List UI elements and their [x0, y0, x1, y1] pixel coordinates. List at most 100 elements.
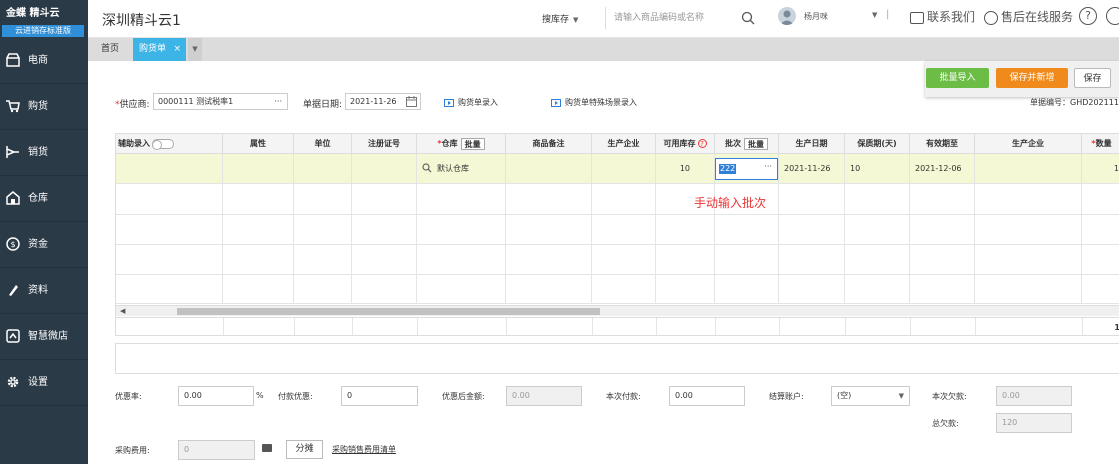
tab-home[interactable]: 首页	[88, 38, 132, 61]
payment-label: 本次付款:	[606, 392, 641, 401]
divider: |	[886, 9, 890, 20]
row-divider	[116, 244, 1119, 245]
prod-date-cell[interactable]: 2021-11-26	[779, 154, 845, 184]
table-cell[interactable]	[592, 154, 656, 184]
table-cell[interactable]	[975, 154, 1082, 184]
col-header-warehouse: *仓库 批量	[417, 134, 506, 154]
more-icon[interactable]: ···	[764, 162, 772, 171]
horizontal-scrollbar[interactable]: ◀	[116, 305, 1119, 316]
sidebar-item-microshop[interactable]: 智慧微店	[0, 314, 88, 360]
batch-input-value: 222	[719, 164, 737, 174]
table-cell[interactable]	[116, 154, 223, 184]
tab-label: 购货单	[139, 44, 167, 54]
batch-batch-button[interactable]: 批量	[744, 137, 768, 150]
topbar: 深圳精斗云1 搜库存▼ 杨月咪 ▼ | 联系我们 售后在线服务 ?	[88, 0, 1119, 38]
tab-dropdown-icon[interactable]: ▼	[188, 38, 202, 61]
special-entry-link[interactable]: 购货单特殊场景录入	[551, 97, 637, 108]
help-icon[interactable]: ?	[1079, 7, 1097, 25]
cost-field: 0	[178, 440, 255, 460]
logo: 金蝶 精斗云 云进销存标准版	[0, 0, 88, 38]
scrollbar-thumb[interactable]	[177, 308, 600, 315]
table-cell[interactable]	[506, 154, 592, 184]
search-input[interactable]	[614, 11, 734, 25]
svg-text:$: $	[10, 240, 15, 249]
batch-input[interactable]: 222 ···	[715, 158, 778, 180]
save-button[interactable]: 保存	[1074, 68, 1111, 88]
supplier-field[interactable]: 0000111 测试税率1 ···	[153, 93, 288, 110]
store-icon	[6, 53, 20, 67]
chevron-down-icon[interactable]: ▼	[872, 11, 877, 19]
discount-rate-field[interactable]: 0.00	[178, 386, 254, 406]
expiry-cell[interactable]: 2021-12-06	[910, 154, 975, 184]
avatar[interactable]	[778, 7, 796, 25]
discount-rate-label: 优惠率:	[115, 392, 142, 401]
remark-field[interactable]	[115, 343, 1119, 374]
col-header-manufacturer: 生产企业	[592, 134, 656, 154]
search-scope-select[interactable]: 搜库存 ▼	[542, 12, 578, 25]
sidebar-item-purchase[interactable]: 购货	[0, 84, 88, 130]
stock-cell: 10	[656, 154, 715, 184]
sidebar-item-label: 资料	[28, 285, 48, 296]
sidebar-item-warehouse[interactable]: 仓库	[0, 176, 88, 222]
warehouse-batch-button[interactable]: 批量	[460, 137, 485, 150]
shelf-life-cell[interactable]: 10	[845, 154, 910, 184]
search-icon[interactable]	[741, 11, 755, 25]
settings-icon[interactable]	[1106, 7, 1119, 25]
after-sales-link[interactable]: 售后在线服务	[984, 8, 1073, 25]
row-divider	[116, 214, 1119, 215]
scroll-left-icon[interactable]: ◀	[120, 306, 125, 317]
account-value: (空)	[837, 391, 852, 400]
supplier-label: *供应商:	[115, 100, 150, 110]
search-icon[interactable]	[422, 163, 432, 173]
edition-badge: 云进销存标准版	[2, 25, 84, 37]
date-field[interactable]: 2021-11-26	[345, 93, 421, 110]
sidebar-item-label: 电商	[28, 55, 48, 66]
main-content: 批量导入 保存并新增 保存 *供应商: 0000111 测试税率1 ··· 单据日…	[88, 61, 1119, 464]
app-title: 深圳精斗云1	[102, 13, 181, 29]
sidebar: 金蝶 精斗云 云进销存标准版 电商 购货 销货 仓库 $ 资金 资料 智慧微店 设…	[0, 0, 88, 464]
table-cell[interactable]	[352, 154, 417, 184]
folder-icon[interactable]	[262, 444, 272, 452]
close-icon[interactable]: ×	[173, 38, 181, 61]
sidebar-item-data[interactable]: 资料	[0, 268, 88, 314]
calendar-icon[interactable]	[406, 96, 417, 107]
sidebar-item-ecommerce[interactable]: 电商	[0, 38, 88, 84]
search-scope-label: 搜库存	[542, 15, 570, 25]
col-header-reg-no: 注册证号	[352, 134, 417, 154]
pen-icon	[6, 283, 20, 297]
split-button[interactable]: 分摊	[286, 440, 323, 459]
col-header-shelf-life: 保质期(天)	[845, 134, 910, 154]
tab-purchase-order[interactable]: 购货单 ×	[133, 38, 186, 61]
assist-toggle[interactable]	[152, 138, 174, 150]
row-divider	[116, 274, 1119, 275]
after-discount-field: 0.00	[506, 386, 582, 406]
batch-import-button[interactable]: 批量导入	[926, 68, 989, 88]
brand-name: 金蝶 精斗云	[6, 8, 60, 19]
col-header-expiry: 有效期至	[910, 134, 975, 154]
warehouse-cell[interactable]: 默认仓库	[417, 154, 506, 184]
pay-discount-field[interactable]: 0	[341, 386, 418, 406]
sidebar-item-settings[interactable]: 设置	[0, 360, 88, 406]
sidebar-item-funds[interactable]: $ 资金	[0, 222, 88, 268]
more-icon[interactable]: ···	[274, 94, 282, 109]
action-panel: 批量导入 保存并新增 保存	[925, 61, 1119, 97]
qty-cell[interactable]: 1	[1082, 154, 1119, 184]
username[interactable]: 杨月咪	[804, 11, 828, 22]
cost-list-link[interactable]: 采购销售费用清单	[332, 444, 396, 455]
save-and-new-button[interactable]: 保存并新增	[996, 68, 1068, 88]
supplier-value: 0000111 测试税率1	[158, 97, 234, 106]
table-cell[interactable]	[223, 154, 294, 184]
document-number: 单据编号：GHD2021112	[1030, 98, 1119, 107]
help-icon[interactable]: ?	[697, 139, 707, 148]
after-sales-label: 售后在线服务	[1001, 10, 1074, 24]
table-cell[interactable]	[294, 154, 352, 184]
account-select[interactable]: (空) ▼	[831, 386, 910, 406]
sidebar-item-sales[interactable]: 销货	[0, 130, 88, 176]
purchase-entry-link[interactable]: 购货单录入	[444, 97, 498, 108]
col-header-stock: 可用库存?	[656, 134, 715, 154]
tab-bar: 首页 购货单 × ▼	[88, 38, 1119, 61]
total-owed-label: 总欠款:	[932, 419, 959, 428]
payment-field[interactable]: 0.00	[669, 386, 745, 406]
contact-us-link[interactable]: 联系我们	[910, 8, 975, 25]
sidebar-item-label: 销货	[28, 147, 48, 158]
